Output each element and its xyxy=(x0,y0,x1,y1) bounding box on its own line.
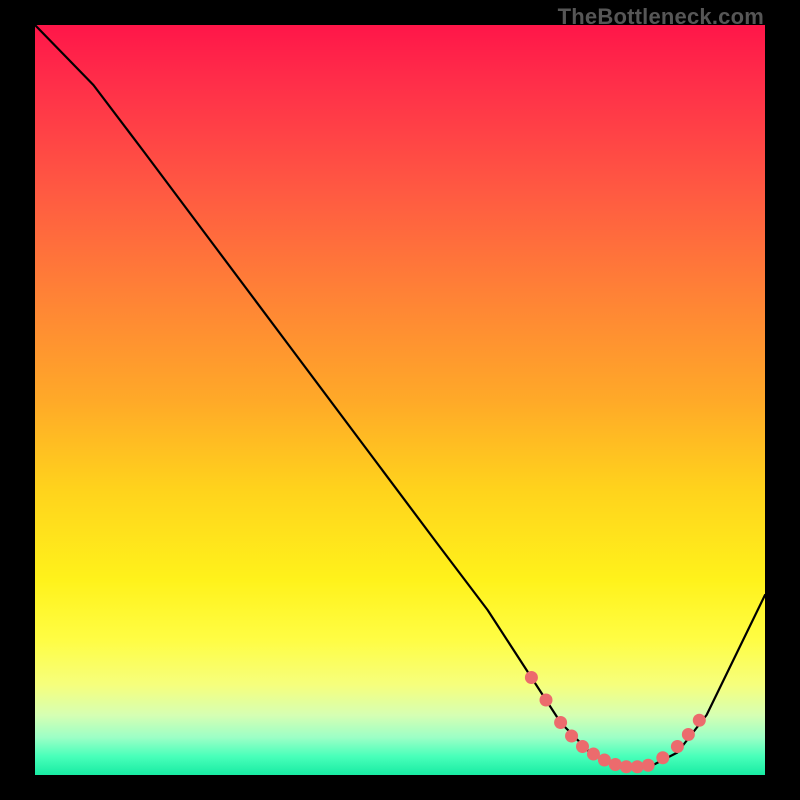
bottleneck-curve xyxy=(35,25,765,768)
highlight-dot xyxy=(576,740,589,753)
highlight-dot xyxy=(656,751,669,764)
highlight-dot xyxy=(682,728,695,741)
highlight-dot xyxy=(631,760,644,773)
chart-stage: TheBottleneck.com xyxy=(0,0,800,800)
highlight-dot xyxy=(609,758,622,771)
highlight-dot xyxy=(642,759,655,772)
highlight-dots-group xyxy=(525,671,706,773)
chart-overlay-svg xyxy=(35,25,765,775)
highlight-dot xyxy=(554,716,567,729)
highlight-dot xyxy=(525,671,538,684)
highlight-dot xyxy=(693,714,706,727)
highlight-dot xyxy=(671,740,684,753)
highlight-dot xyxy=(587,748,600,761)
highlight-dot xyxy=(540,694,553,707)
highlight-dot xyxy=(565,730,578,743)
